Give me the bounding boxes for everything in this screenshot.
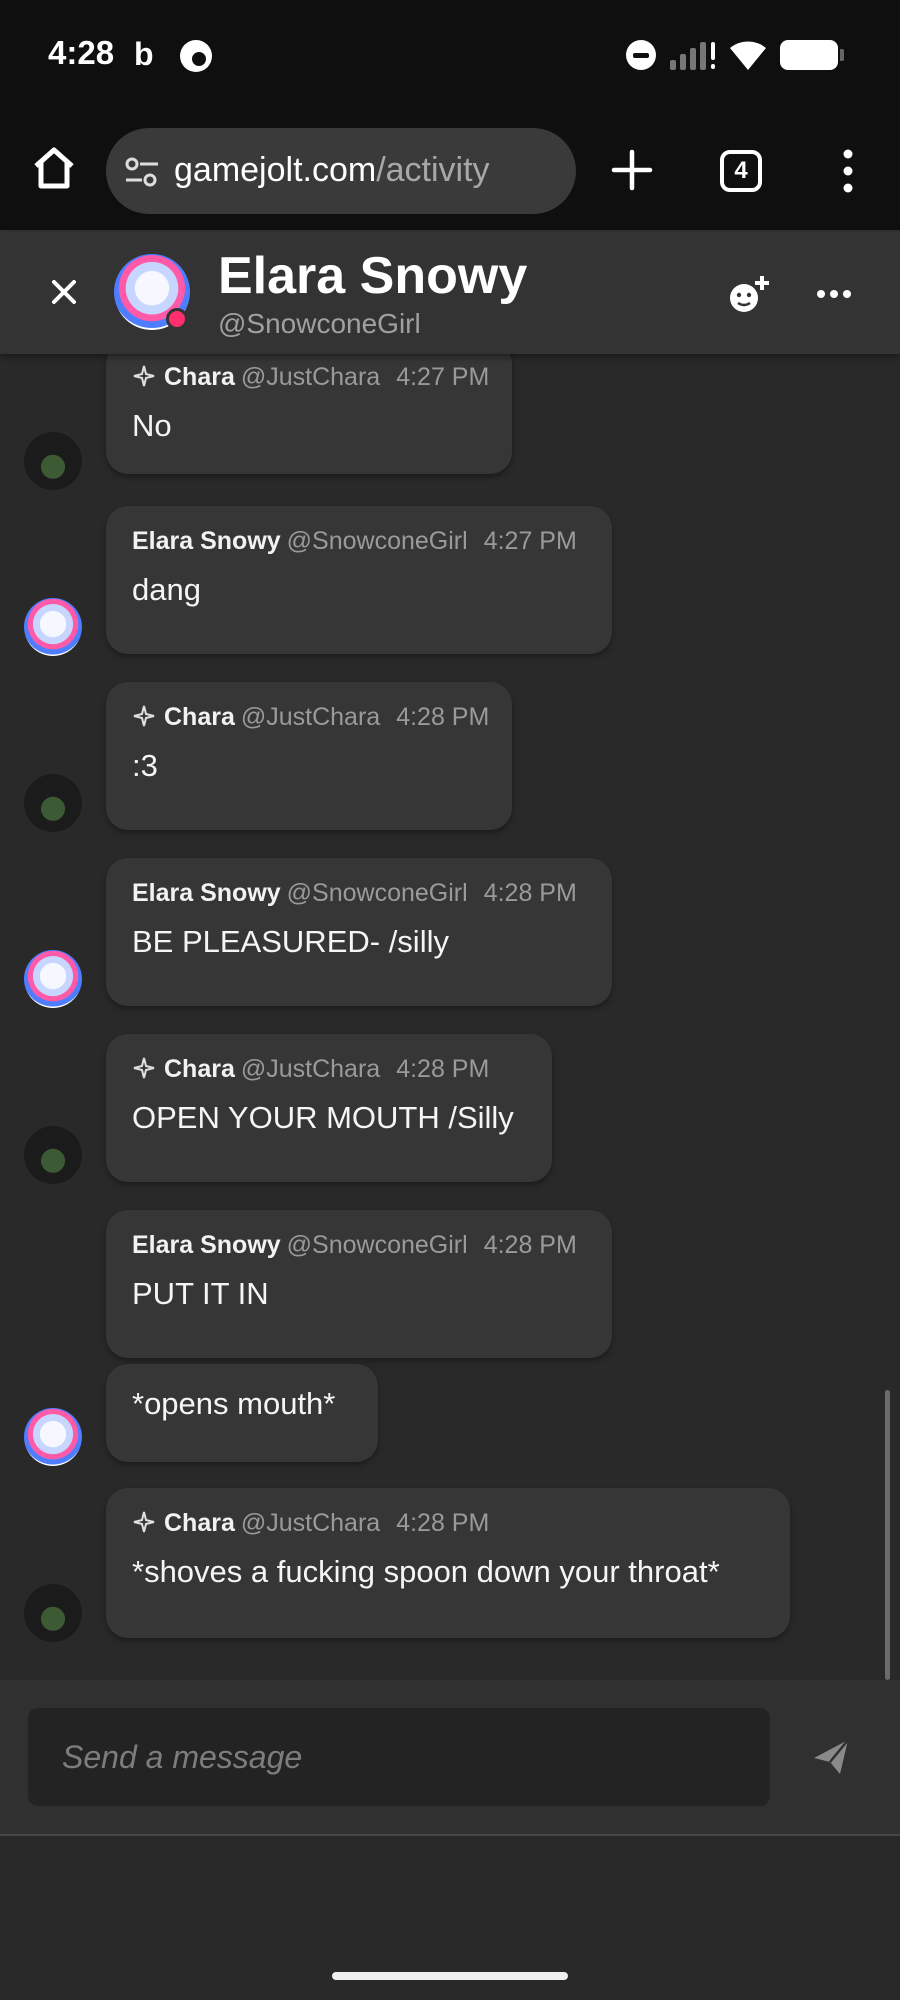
sender-handle: @JustChara (240, 1509, 381, 1537)
sparkle-icon (133, 365, 155, 387)
message-bubble[interactable]: Chara @JustChara 4:27 PM No (106, 354, 512, 474)
sender-handle: @SnowconeGirl (286, 879, 468, 907)
sender-handle: @JustChara (240, 1055, 381, 1083)
message-text: BE PLEASURED- /silly (132, 924, 449, 959)
user-avatar[interactable] (24, 1584, 82, 1642)
scrollbar[interactable] (885, 1390, 890, 1680)
message-list[interactable]: Chara @JustChara 4:27 PM No Elara Snowy @Sn… (0, 354, 900, 1680)
message-meta: Chara @JustChara 4:28 PM (132, 1508, 764, 1538)
message-bubble[interactable]: Chara @JustChara 4:28 PM *shoves a fucking… (106, 1488, 790, 1638)
chat-title[interactable]: Elara Snowy (218, 246, 527, 306)
message-text: :3 (132, 748, 158, 783)
message-text: No (132, 408, 172, 443)
message-time: 4:28 PM (396, 1055, 490, 1083)
message-meta: Chara @JustChara 4:28 PM (132, 1054, 526, 1084)
sparkle-icon (133, 1057, 155, 1079)
close-icon[interactable] (46, 274, 82, 310)
more-options-icon[interactable] (816, 284, 852, 304)
url-domain: gamejolt.com (174, 151, 377, 189)
sender-name[interactable]: Chara (164, 703, 235, 731)
sparkle-icon (133, 1511, 155, 1533)
message-time: 4:28 PM (396, 703, 490, 731)
add-friend-icon[interactable] (726, 272, 772, 318)
browser-toolbar: gamejolt.com/activity 4 (0, 112, 900, 232)
online-status-dot (166, 308, 188, 330)
tab-switcher-button[interactable]: 4 (720, 150, 762, 192)
sender-handle: @JustChara (240, 363, 381, 391)
user-avatar[interactable] (24, 598, 82, 656)
sender-name[interactable]: Chara (164, 363, 235, 391)
sender-handle: @SnowconeGirl (286, 527, 468, 555)
bottom-area (0, 1836, 900, 2000)
message-time: 4:28 PM (483, 1231, 577, 1259)
message-meta: Elara Snowy @SnowconeGirl 4:28 PM (132, 878, 586, 908)
user-avatar[interactable] (24, 1126, 82, 1184)
sender-handle: @JustChara (240, 703, 381, 731)
user-avatar[interactable] (24, 950, 82, 1008)
sender-name[interactable]: Chara (164, 1509, 235, 1537)
message-bubble[interactable]: Chara @JustChara 4:28 PM :3 (106, 682, 512, 830)
message-meta: Chara @JustChara 4:28 PM (132, 702, 490, 732)
home-icon[interactable] (28, 142, 80, 194)
message-bubble[interactable]: Elara Snowy @SnowconeGirl 4:28 PM BE PLEAS… (106, 858, 612, 1006)
chat-handle: @SnowconeGirl (218, 308, 421, 339)
browser-menu-icon[interactable] (836, 146, 860, 196)
user-avatar[interactable] (24, 774, 82, 832)
message-bubble[interactable]: *opens mouth* (106, 1364, 378, 1462)
message-time: 4:27 PM (396, 363, 490, 391)
message-text: OPEN YOUR MOUTH /Silly (132, 1100, 514, 1135)
message-bubble[interactable]: Elara Snowy @SnowconeGirl 4:28 PM PUT IT I… (106, 1210, 612, 1358)
sparkle-icon (133, 705, 155, 727)
new-tab-icon[interactable] (608, 146, 656, 194)
message-meta: Elara Snowy @SnowconeGirl 4:28 PM (132, 1230, 586, 1260)
user-avatar[interactable] (24, 432, 82, 490)
message-bubble[interactable]: Chara @JustChara 4:28 PM OPEN YOUR MOUTH /… (106, 1034, 552, 1182)
sender-name[interactable]: Chara (164, 1055, 235, 1083)
status-bar: 4:28 b (0, 0, 900, 112)
user-avatar[interactable] (24, 1408, 82, 1466)
message-time: 4:28 PM (483, 879, 577, 907)
message-composer (0, 1680, 900, 1836)
site-settings-icon[interactable] (122, 152, 162, 192)
message-meta: Elara Snowy @SnowconeGirl 4:27 PM (132, 526, 586, 556)
message-bubble[interactable]: Elara Snowy @SnowconeGirl 4:27 PM dang (106, 506, 612, 654)
message-text: PUT IT IN (132, 1276, 269, 1311)
chat-header: Elara Snowy @SnowconeGirl (0, 232, 900, 354)
message-meta: Chara @JustChara 4:27 PM (132, 362, 490, 392)
status-time: 4:28 (48, 34, 115, 71)
home-indicator[interactable] (332, 1972, 568, 1980)
url-text: gamejolt.com/activity (174, 151, 490, 190)
message-text: *opens mouth* (132, 1386, 336, 1421)
do-not-disturb-icon (626, 40, 656, 70)
message-time: 4:28 PM (396, 1509, 490, 1537)
battery-icon (780, 40, 844, 70)
sender-name[interactable]: Elara Snowy (132, 1231, 281, 1259)
pokeball-icon (180, 40, 212, 72)
message-text: *shoves a fucking spoon down your throat… (132, 1554, 720, 1589)
sender-name[interactable]: Elara Snowy (132, 879, 281, 907)
message-time: 4:27 PM (483, 527, 577, 555)
signal-icon (670, 42, 715, 70)
sender-name[interactable]: Elara Snowy (132, 527, 281, 555)
wifi-icon (730, 41, 766, 70)
send-icon[interactable] (810, 1736, 852, 1778)
message-text: dang (132, 572, 201, 607)
message-input[interactable] (28, 1708, 770, 1806)
url-path: /activity (376, 151, 490, 189)
bing-icon: b (134, 36, 154, 72)
url-bar[interactable]: gamejolt.com/activity (106, 128, 576, 214)
sender-handle: @SnowconeGirl (286, 1231, 468, 1259)
